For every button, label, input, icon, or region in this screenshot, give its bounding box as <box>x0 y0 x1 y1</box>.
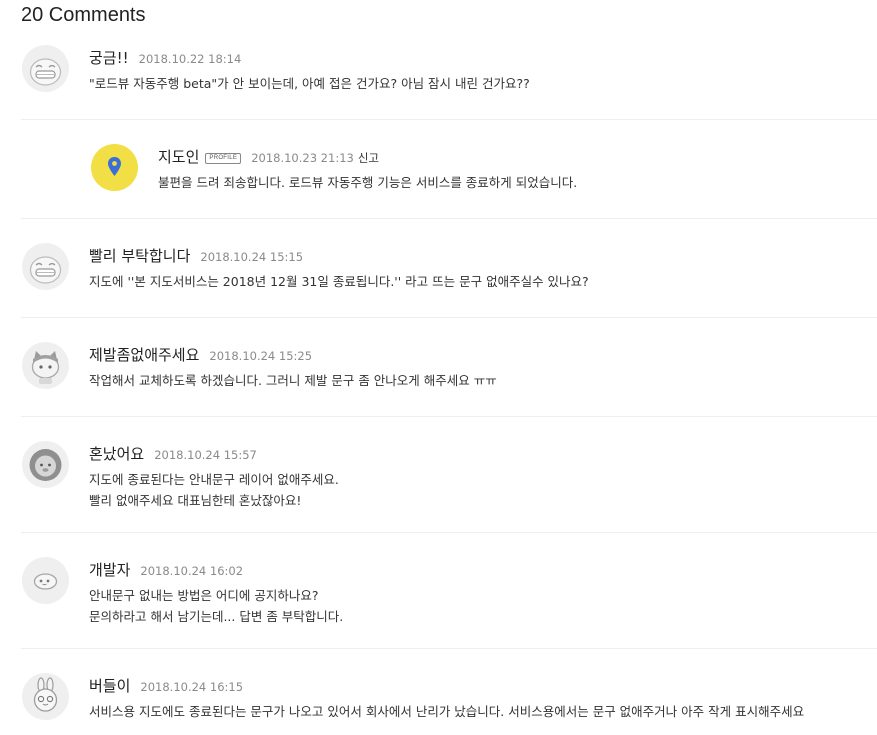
comment-header: 궁금!! 2018.10.22 18:14 <box>89 47 241 67</box>
comment-date: 2018.10.24 16:15 <box>140 680 244 694</box>
comment-author[interactable]: 제발좀없애주세요 <box>89 344 199 365</box>
comment-text-line: 서비스용 지도에도 종료된다는 문구가 나오고 있어서 회사에서 난리가 났습니… <box>89 704 805 719</box>
comment-author[interactable]: 궁금!! <box>89 47 129 68</box>
comment-body: 불편을 드려 죄송합니다. 로드뷰 자동주행 기능은 서비스를 종료하게 되었습… <box>158 172 577 193</box>
comment-body: 서비스용 지도에도 종료된다는 문구가 나오고 있어서 회사에서 난리가 났습니… <box>89 701 804 722</box>
comment-text-line: "로드뷰 자동주행 beta"가 안 보이는데, 아예 접은 건가요? 아님 잠… <box>89 76 530 91</box>
report-link[interactable]: 신고 <box>358 150 379 166</box>
comment-header: 혼났어요 2018.10.24 15:57 <box>89 443 257 463</box>
cat-character-icon[interactable] <box>22 342 69 389</box>
comment-body: 작업해서 교체하도록 하겠습니다. 그러니 제발 문구 좀 안나오게 해주세요 … <box>89 370 497 391</box>
map-pin-icon[interactable] <box>91 144 138 191</box>
comment-header: 지도인 PROFILE 2018.10.23 21:13 신고 <box>158 146 379 166</box>
comment-header: 제발좀없애주세요 2018.10.24 15:25 <box>89 344 312 364</box>
comment-item: 혼났어요 2018.10.24 15:57 지도에 종료된다는 안내문구 레이어… <box>21 441 877 533</box>
peach-character-icon[interactable] <box>22 557 69 604</box>
comment-item: 빨리 부탁합니다 2018.10.24 15:15 지도에 ''본 지도서비스는… <box>21 243 877 318</box>
rabbit-character-icon[interactable] <box>22 673 69 720</box>
comment-date: 2018.10.24 15:25 <box>209 349 313 363</box>
comment-header: 버들이 2018.10.24 16:15 <box>89 675 243 695</box>
comment-item: 버들이 2018.10.24 16:15 서비스용 지도에도 종료된다는 문구가… <box>21 673 877 735</box>
comment-header: 개발자 2018.10.24 16:02 <box>89 559 243 579</box>
comment-text-line: 빨리 없애주세요 대표님한테 혼났잖아요! <box>89 493 302 508</box>
comment-reply-item: 지도인 PROFILE 2018.10.23 21:13 신고 불편을 드려 죄… <box>21 144 877 219</box>
comment-item: 궁금!! 2018.10.22 18:14 "로드뷰 자동주행 beta"가 안… <box>21 45 877 120</box>
comment-body: 지도에 ''본 지도서비스는 2018년 12월 31일 종료됩니다.'' 라고… <box>89 271 589 292</box>
comment-author[interactable]: 빨리 부탁합니다 <box>89 245 190 266</box>
comment-author[interactable]: 개발자 <box>89 559 130 580</box>
comment-body: 안내문구 없내는 방법은 어디에 공지하나요? 문의하라고 해서 남기는데...… <box>89 585 343 627</box>
comment-date: 2018.10.24 15:57 <box>154 448 257 462</box>
comments-count-heading: 20 Comments <box>21 4 146 26</box>
comment-date: 2018.10.24 16:02 <box>140 564 244 578</box>
comment-body: 지도에 종료된다는 안내문구 레이어 없애주세요. 빨리 없애주세요 대표님한테… <box>89 469 339 511</box>
profile-badge[interactable]: PROFILE <box>205 153 242 164</box>
comment-author[interactable]: 버들이 <box>89 675 130 696</box>
comment-text-line: 지도에 종료된다는 안내문구 레이어 없애주세요. <box>89 472 339 487</box>
grinning-character-icon[interactable] <box>22 45 69 92</box>
comment-text-line: 불편을 드려 죄송합니다. 로드뷰 자동주행 기능은 서비스를 종료하게 되었습… <box>158 175 578 190</box>
comment-text-line: 문의하라고 해서 남기는데... 답변 좀 부탁합니다. <box>89 609 344 624</box>
comment-date: 2018.10.23 21:13 <box>251 151 354 165</box>
comment-item: 개발자 2018.10.24 16:02 안내문구 없내는 방법은 어디에 공지… <box>21 557 877 649</box>
comment-author[interactable]: 지도인 <box>158 146 199 167</box>
comment-date: 2018.10.22 18:14 <box>138 52 242 66</box>
comment-date: 2018.10.24 15:15 <box>200 250 304 264</box>
comment-text-line: 안내문구 없내는 방법은 어디에 공지하나요? <box>89 588 319 603</box>
comment-body: "로드뷰 자동주행 beta"가 안 보이는데, 아예 접은 건가요? 아님 잠… <box>89 73 530 94</box>
comment-text-line: 작업해서 교체하도록 하겠습니다. 그러니 제발 문구 좀 안나오게 해주세요 … <box>89 373 497 388</box>
comment-text-line: 지도에 ''본 지도서비스는 2018년 12월 31일 종료됩니다.'' 라고… <box>89 274 589 289</box>
comment-header: 빨리 부탁합니다 2018.10.24 15:15 <box>89 245 303 265</box>
comment-author[interactable]: 혼났어요 <box>89 443 144 464</box>
comment-item: 제발좀없애주세요 2018.10.24 15:25 작업해서 교체하도록 하겠습… <box>21 342 877 417</box>
lion-character-icon[interactable] <box>22 441 69 488</box>
grinning-character-icon[interactable] <box>22 243 69 290</box>
